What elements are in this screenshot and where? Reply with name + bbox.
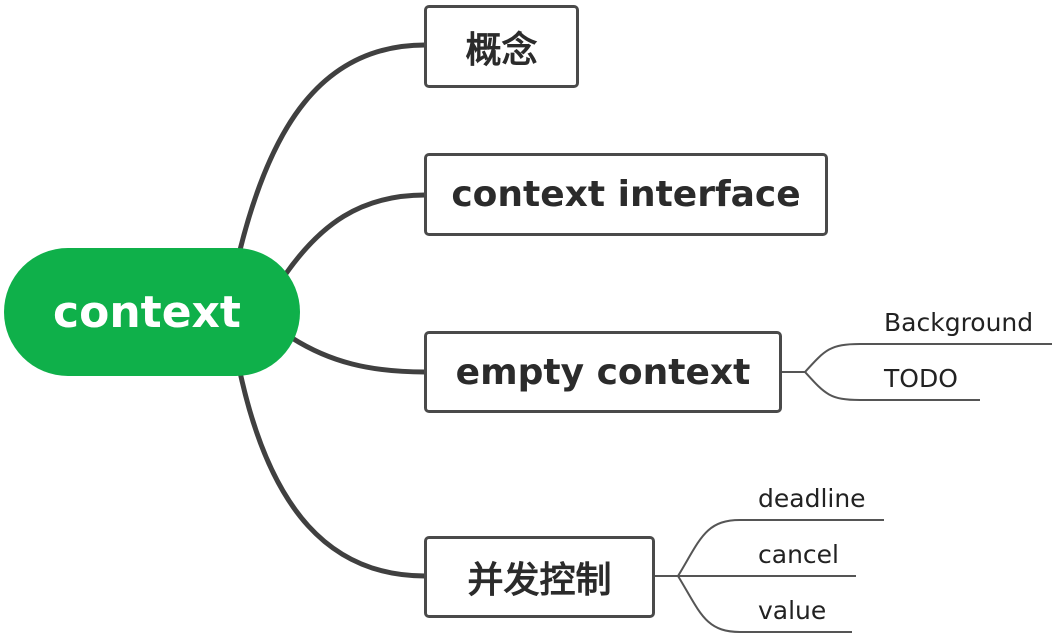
topic-concurrency-control[interactable]: 并发控制 (424, 536, 655, 618)
topic-gainian[interactable]: 概念 (424, 5, 579, 88)
subtopic-deadline[interactable]: deadline (758, 486, 866, 511)
subtopic-value[interactable]: value (758, 598, 826, 623)
branch-line-empty-context (289, 335, 428, 375)
subtopic-background[interactable]: Background (884, 310, 1033, 335)
branch-line-context-interface (282, 192, 428, 278)
subtopic-todo[interactable]: TODO (884, 366, 958, 391)
topic-context-interface[interactable]: context interface (424, 153, 828, 236)
branch-line-concurrency-control (237, 369, 428, 579)
subtopic-cancel[interactable]: cancel (758, 542, 839, 567)
topic-empty-context[interactable]: empty context (424, 331, 782, 413)
central-topic[interactable]: context (4, 248, 300, 376)
branch-line-gainian (237, 42, 428, 253)
